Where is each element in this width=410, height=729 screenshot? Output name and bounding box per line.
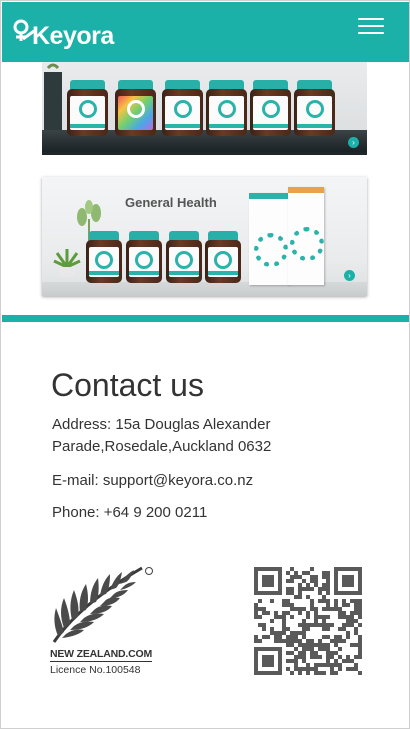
section-divider xyxy=(2,315,409,322)
page-frame: Keyora › General Health › Contact us Add… xyxy=(0,0,410,729)
product-bottle xyxy=(162,80,203,136)
general-health-banner[interactable]: General Health › xyxy=(42,177,367,296)
silver-fern-icon xyxy=(52,566,153,643)
licence-text: Licence No.100548 xyxy=(50,664,141,676)
product-bottle xyxy=(205,231,241,283)
succulent-decoration xyxy=(52,247,82,279)
product-bottle xyxy=(294,80,335,136)
products-banner[interactable]: › xyxy=(42,62,367,155)
next-arrow-icon[interactable]: › xyxy=(344,270,355,281)
email-text[interactable]: E-mail: support@keyora.co.nz xyxy=(52,470,253,492)
nz-logo-text: NEW ZEALAND.COM xyxy=(50,648,152,662)
contact-title: Contact us xyxy=(51,367,204,403)
keyora-logo-icon xyxy=(13,19,35,41)
product-box xyxy=(288,187,324,285)
address-text: Address: 15a Douglas Alexander Parade,Ro… xyxy=(52,414,312,458)
brand-logo[interactable]: Keyora xyxy=(12,18,114,50)
address-line-1: Address: 15a Douglas Alexander xyxy=(52,416,271,433)
qr-code-icon xyxy=(254,567,362,675)
product-box xyxy=(249,193,289,285)
product-bottle xyxy=(166,231,202,283)
address-line-2: Parade,Rosedale,Auckland 0632 xyxy=(52,438,272,455)
plant-decoration xyxy=(42,62,64,132)
banner-title: General Health xyxy=(125,195,217,210)
brand-name: Keyora xyxy=(32,21,114,50)
new-zealand-logo: NEW ZEALAND.COM Licence No.100548 xyxy=(50,564,160,679)
product-bottle xyxy=(126,231,162,283)
top-header: Keyora xyxy=(2,2,409,62)
hamburger-menu-icon[interactable] xyxy=(358,18,384,40)
product-bottle xyxy=(115,80,156,136)
next-arrow-icon[interactable]: › xyxy=(348,137,359,148)
product-bottle xyxy=(206,80,247,136)
product-bottle xyxy=(250,80,291,136)
phone-text[interactable]: Phone: +64 9 200 0211 xyxy=(52,502,207,524)
product-bottle xyxy=(86,231,122,283)
product-bottle xyxy=(67,80,108,136)
